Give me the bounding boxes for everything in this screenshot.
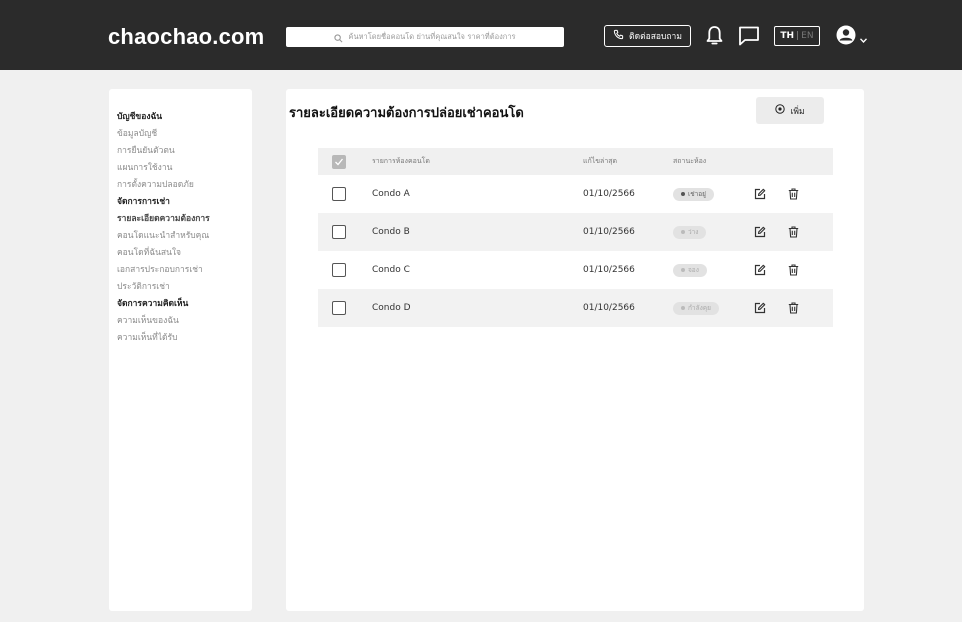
user-circle-icon <box>836 25 856 49</box>
add-label: เพิ่ม <box>790 106 805 117</box>
status-label: กำลังคุย <box>688 304 711 312</box>
sidebar-item-account-info[interactable]: ข้อมูลบัญชี <box>117 126 252 143</box>
column-header-status: สถานะห้อง <box>673 157 707 165</box>
table-row: Condo C 01/10/2566 จอง <box>318 251 833 289</box>
condo-name: Condo C <box>372 265 410 275</box>
trash-icon[interactable] <box>788 175 799 213</box>
lang-th[interactable]: TH <box>780 31 794 41</box>
trash-icon[interactable] <box>788 251 799 289</box>
chevron-down-icon <box>859 28 868 47</box>
sidebar-item-favorites[interactable]: คอนโดที่ฉันสนใจ <box>117 245 252 262</box>
add-button[interactable]: เพิ่ม <box>756 97 824 124</box>
table-row: Condo D 01/10/2566 กำลังคุย <box>318 289 833 327</box>
edit-icon[interactable] <box>754 251 766 289</box>
trash-icon[interactable] <box>788 289 799 327</box>
condo-name: Condo B <box>372 227 410 237</box>
status-badge: จอง <box>673 263 707 277</box>
phone-icon <box>613 29 624 43</box>
sidebar-heading-rental: จัดการการเช่า <box>117 197 170 207</box>
status-badge: ว่าง <box>673 225 707 239</box>
column-header-name: รายการห้องคอนโด <box>372 157 430 165</box>
sidebar-item-plan[interactable]: แผนการใช้งาน <box>117 160 252 177</box>
sidebar-heading-my-account: บัญชีของฉัน <box>117 112 163 122</box>
trash-icon[interactable] <box>788 213 799 251</box>
column-header-updated: แก้ไขล่าสุด <box>583 157 618 165</box>
row-checkbox[interactable] <box>332 301 346 315</box>
sidebar-heading-reviews: จัดการความคิดเห็น <box>117 299 189 309</box>
status-label: เช่าอยู่ <box>688 190 706 198</box>
search-icon <box>334 28 343 47</box>
last-updated: 01/10/2566 <box>583 227 635 237</box>
contact-button[interactable]: ติดต่อสอบถาม <box>604 25 691 47</box>
lang-en[interactable]: EN <box>801 31 813 41</box>
table-row: Condo B 01/10/2566 ว่าง <box>318 213 833 251</box>
status-badge: เช่าอยู่ <box>673 187 714 201</box>
sidebar-item-received-reviews[interactable]: ความเห็นที่ได้รับ <box>117 330 252 347</box>
row-checkbox[interactable] <box>332 187 346 201</box>
account-sidebar: บัญชีของฉัน ข้อมูลบัญชี การยืนยันตัวตน แ… <box>109 89 252 611</box>
last-updated: 01/10/2566 <box>583 303 635 313</box>
sidebar-item-security[interactable]: การตั้งความปลอดภัย <box>117 177 252 194</box>
page-title: รายละเอียดความต้องการปล่อยเช่าคอนโด <box>289 106 524 121</box>
condo-name: Condo D <box>372 303 411 313</box>
plus-circle-icon <box>775 104 786 117</box>
table-header: รายการห้องคอนโด แก้ไขล่าสุด สถานะห้อง <box>318 148 833 175</box>
search-placeholder: ค้นหาโดยชื่อคอนโด ย่านที่คุณสนใจ ราคาที่… <box>348 32 516 41</box>
sidebar-item-my-reviews[interactable]: ความเห็นของฉัน <box>117 313 252 330</box>
sidebar-item-requirements[interactable]: รายละเอียดความต้องการ <box>117 211 252 228</box>
select-all-checkbox[interactable] <box>332 154 346 169</box>
row-checkbox[interactable] <box>332 225 346 239</box>
status-label: จอง <box>688 266 699 274</box>
last-updated: 01/10/2566 <box>583 189 635 199</box>
edit-icon[interactable] <box>754 289 766 327</box>
profile-menu[interactable] <box>836 25 868 49</box>
condo-name: Condo A <box>372 189 410 199</box>
sidebar-item-documents[interactable]: เอกสารประกอบการเช่า <box>117 262 252 279</box>
status-label: ว่าง <box>688 228 699 236</box>
status-badge: กำลังคุย <box>673 301 719 315</box>
lang-separator: | <box>796 31 800 41</box>
row-checkbox[interactable] <box>332 263 346 277</box>
last-updated: 01/10/2566 <box>583 265 635 275</box>
sidebar-item-verification[interactable]: การยืนยันตัวตน <box>117 143 252 160</box>
edit-icon[interactable] <box>754 213 766 251</box>
sidebar-item-history[interactable]: ประวัติการเช่า <box>117 279 252 296</box>
bell-icon[interactable] <box>703 23 725 49</box>
contact-label: ติดต่อสอบถาม <box>629 32 682 42</box>
sidebar-item-recommended[interactable]: คอนโดแนะนำสำหรับคุณ <box>117 228 252 245</box>
chat-icon[interactable] <box>737 24 761 48</box>
site-logo[interactable]: chaochao.com <box>108 24 264 50</box>
edit-icon[interactable] <box>754 175 766 213</box>
table-row: Condo A 01/10/2566 เช่าอยู่ <box>318 175 833 213</box>
top-navbar: chaochao.com ค้นหาโดยชื่อคอนโด ย่านที่คุ… <box>0 0 962 70</box>
main-panel: รายละเอียดความต้องการปล่อยเช่าคอนโด เพิ่… <box>286 89 864 611</box>
condo-table: รายการห้องคอนโด แก้ไขล่าสุด สถานะห้อง Co… <box>318 148 833 327</box>
search-input[interactable]: ค้นหาโดยชื่อคอนโด ย่านที่คุณสนใจ ราคาที่… <box>286 27 564 47</box>
language-toggle[interactable]: TH | EN <box>774 26 820 46</box>
